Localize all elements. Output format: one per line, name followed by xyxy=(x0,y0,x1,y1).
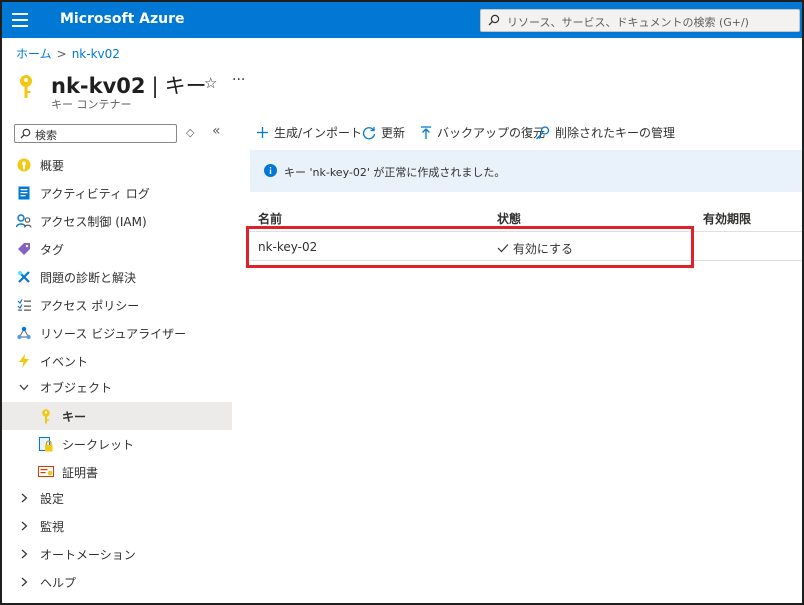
sidebar-item-label: 概要 xyxy=(40,158,65,173)
sidebar-item-label: リソース ビジュアライザー xyxy=(40,326,187,341)
column-header-status[interactable]: 状態 xyxy=(497,210,521,227)
restore-backup-label: バックアップの復元 xyxy=(437,126,546,140)
sidebar-item-tags[interactable]: タグ xyxy=(2,235,232,263)
chevron-right-icon xyxy=(16,518,32,534)
page-subtitle: キー コンテナー xyxy=(51,98,132,111)
refresh-label: 更新 xyxy=(381,126,406,140)
sidebar-group-automation[interactable]: オートメーション xyxy=(2,540,232,568)
page-title-resource: nk-kv02 xyxy=(51,74,146,98)
diagnose-icon xyxy=(16,269,32,285)
highlight-box xyxy=(246,226,694,268)
search-icon xyxy=(488,14,500,26)
sidebar-item-label: アクセス ポリシー xyxy=(40,298,140,313)
chevron-down-icon xyxy=(16,379,32,395)
sidebar-group-objects[interactable]: オブジェクト xyxy=(2,373,232,401)
breadcrumb: ホーム > nk-kv02 xyxy=(16,45,120,62)
page-title-section: キー xyxy=(164,74,207,98)
info-icon xyxy=(264,164,277,177)
certificate-icon xyxy=(38,464,54,480)
sidebar-item-label: タグ xyxy=(40,242,65,257)
sidebar-item-label: オブジェクト xyxy=(40,380,113,395)
sidebar-search-input[interactable]: 検索 xyxy=(14,124,177,143)
page-title-separator: | xyxy=(151,74,159,98)
sidebar-item-activity-log[interactable]: アクティビティ ログ xyxy=(2,179,232,207)
search-icon xyxy=(20,128,31,139)
sidebar-item-overview[interactable]: 概要 xyxy=(2,151,232,179)
sidebar-item-diagnose[interactable]: 問題の診断と解決 xyxy=(2,263,232,291)
sidebar-item-label: ヘルプ xyxy=(40,575,77,590)
visualizer-icon xyxy=(16,325,32,341)
access-policy-icon xyxy=(16,297,32,313)
activity-log-icon xyxy=(16,185,32,201)
event-icon xyxy=(16,353,32,369)
sidebar-group-monitoring[interactable]: 監視 xyxy=(2,512,232,540)
sidebar-item-iam[interactable]: アクセス制御 (IAM) xyxy=(2,207,232,235)
hamburger-menu-icon[interactable] xyxy=(12,13,28,27)
sidebar-item-label: アクセス制御 (IAM) xyxy=(40,214,147,229)
chevron-right-icon xyxy=(16,490,32,506)
sidebar-item-certificates[interactable]: 証明書 xyxy=(2,458,232,486)
success-notification: キー 'nk-key-02' が正常に作成されました。 xyxy=(250,150,802,192)
restore-backup-button[interactable]: バックアップの復元 xyxy=(420,124,545,141)
breadcrumb-home[interactable]: ホーム xyxy=(16,47,52,61)
generate-import-button[interactable]: 生成/インポート xyxy=(256,124,362,141)
refresh-icon xyxy=(362,126,376,140)
key-outline-icon xyxy=(535,125,550,140)
key-vault-key-icon xyxy=(20,75,32,98)
breadcrumb-current[interactable]: nk-kv02 xyxy=(72,47,120,61)
generate-import-label: 生成/インポート xyxy=(274,126,363,140)
favorite-star-icon[interactable]: ☆ xyxy=(204,74,217,92)
sidebar-item-label: アクティビティ ログ xyxy=(40,186,150,201)
column-header-name[interactable]: 名前 xyxy=(258,210,282,227)
sidebar-item-label: シークレット xyxy=(62,437,135,452)
manage-deleted-keys-label: 削除されたキーの管理 xyxy=(555,126,676,140)
sidebar-item-label: 設定 xyxy=(40,491,65,506)
tag-icon xyxy=(16,241,32,257)
chevron-right-icon xyxy=(16,546,32,562)
manage-deleted-keys-button[interactable]: 削除されたキーの管理 xyxy=(535,124,675,141)
expand-collapse-icon[interactable]: ◇ xyxy=(186,126,194,139)
collapse-sidebar-icon[interactable]: « xyxy=(212,123,221,139)
sidebar-group-help[interactable]: ヘルプ xyxy=(2,568,232,596)
secret-icon xyxy=(38,436,54,452)
chevron-right-icon xyxy=(16,574,32,590)
sidebar-item-label: イベント xyxy=(40,354,89,369)
brand-title[interactable]: Microsoft Azure xyxy=(60,11,185,27)
upload-arrow-icon xyxy=(420,125,432,140)
global-search-placeholder: リソース、サービス、ドキュメントの検索 (G+/) xyxy=(507,16,749,29)
more-options-icon[interactable]: ··· xyxy=(232,72,245,88)
sidebar-item-label: 証明書 xyxy=(62,465,99,480)
sidebar-item-resource-visualizer[interactable]: リソース ビジュアライザー xyxy=(2,319,232,347)
sidebar-item-events[interactable]: イベント xyxy=(2,347,232,375)
sidebar-item-keys[interactable]: キー xyxy=(2,402,232,430)
refresh-button[interactable]: 更新 xyxy=(362,124,405,141)
overview-icon xyxy=(16,157,32,173)
sidebar-search-placeholder: 検索 xyxy=(35,129,57,142)
top-bar: Microsoft Azure リソース、サービス、ドキュメントの検索 (G+/… xyxy=(2,2,802,38)
sidebar-item-label: 監視 xyxy=(40,519,65,534)
sidebar-group-settings[interactable]: 設定 xyxy=(2,484,232,512)
sidebar-item-secrets[interactable]: シークレット xyxy=(2,430,232,458)
plus-icon xyxy=(256,126,269,139)
sidebar-item-access-policy[interactable]: アクセス ポリシー xyxy=(2,291,232,319)
notification-text: キー 'nk-key-02' が正常に作成されました。 xyxy=(284,166,506,179)
sidebar-item-label: オートメーション xyxy=(40,547,136,562)
breadcrumb-chevron-icon: > xyxy=(56,47,67,61)
sidebar-item-label: 問題の診断と解決 xyxy=(40,270,137,285)
iam-icon xyxy=(16,213,32,229)
column-header-expiry[interactable]: 有効期限 xyxy=(703,210,751,227)
sidebar-item-label: キー xyxy=(62,409,87,424)
key-icon xyxy=(38,408,54,424)
global-search-input[interactable]: リソース、サービス、ドキュメントの検索 (G+/) xyxy=(480,9,800,32)
